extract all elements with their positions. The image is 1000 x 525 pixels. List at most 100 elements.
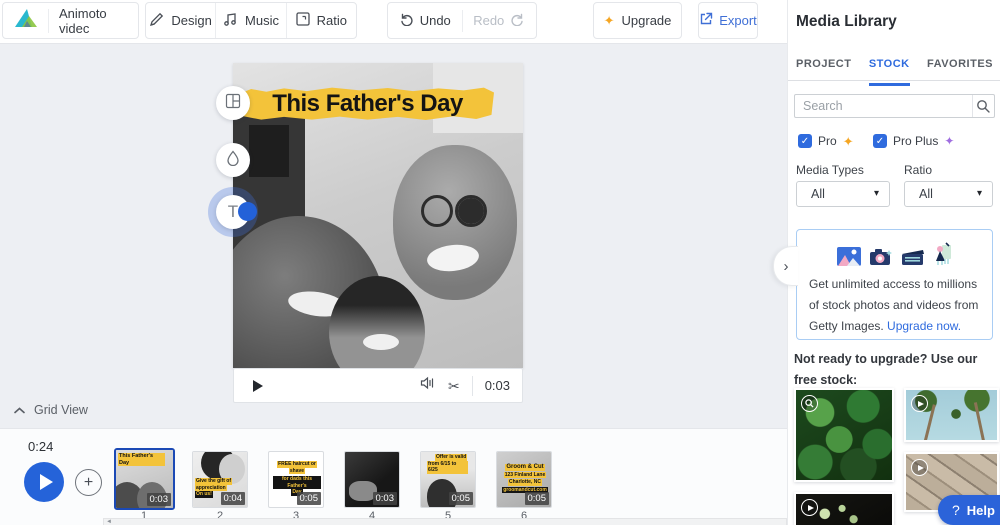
volume-icon[interactable] [420, 376, 436, 395]
scroll-left-icon[interactable]: ◄ [106, 519, 112, 525]
title-text-overlay[interactable]: This Father's Day [241, 87, 494, 121]
photo-glasses [455, 195, 487, 227]
photo-glasses [421, 195, 453, 227]
clip-duration: 0:03 [147, 493, 172, 506]
collapse-panel-handle[interactable]: › [773, 246, 798, 286]
timeline-clip-6[interactable]: Groom & Cut 123 Finland Lane Charlotte, … [496, 451, 552, 508]
top-toolbar: Animoto videc Design Music Ratio [0, 0, 787, 44]
total-duration: 0:24 [28, 439, 53, 454]
media-library-panel: Media Library PROJECT STOCK FAVORITES ✓ … [787, 0, 1000, 525]
timeline-clip-5[interactable]: Offer is valid from 6/15 to 6/25 0:05 [420, 451, 476, 508]
caret-down-icon: ▾ [977, 189, 992, 199]
sparkle-icon: ✦ [604, 14, 615, 27]
play-icon [40, 474, 53, 490]
upsell-text: Get unlimited access to millions of stoc… [809, 274, 981, 337]
ratio-frame-icon [296, 12, 310, 29]
pro-sparkle-icon: ✦ [843, 135, 854, 148]
ratio-button[interactable]: Ratio [286, 3, 356, 38]
grid-view-toggle[interactable]: Grid View [14, 403, 88, 417]
zoom-photo-icon [801, 395, 818, 412]
onboarding-dot[interactable] [238, 202, 257, 221]
illustration-person-icon [933, 242, 953, 271]
clip-text: Groom & Cut 123 Finland Lane Charlotte, … [501, 464, 549, 493]
divider [48, 9, 49, 33]
timeline-clip-3[interactable]: FREE haircut or shave for dads this Fath… [268, 451, 324, 508]
edit-tools-group: Design Music Ratio [145, 2, 357, 39]
music-label: Music [245, 13, 279, 28]
project-title: Animoto videc [59, 6, 138, 36]
help-button[interactable]: ? Help [938, 495, 1000, 525]
chevron-right-icon: › [784, 259, 789, 274]
export-label: Export [719, 13, 757, 28]
text-icon: T [228, 202, 238, 222]
media-types-select[interactable]: All ▾ [796, 181, 890, 207]
clip-duration: 0:05 [449, 492, 474, 505]
photo-person [393, 145, 517, 300]
upgrade-label: Upgrade [622, 13, 672, 28]
player-bar: ✂ 0:03 [233, 368, 523, 403]
animoto-logo-icon [14, 8, 38, 33]
pro-plus-label: Pro Plus [893, 134, 938, 148]
design-label: Design [171, 13, 211, 28]
redo-button[interactable]: Redo [463, 3, 537, 38]
play-video-icon [911, 395, 928, 412]
stock-item-basil-photo[interactable] [794, 388, 894, 482]
media-types-label: Media Types [796, 163, 864, 177]
export-button[interactable]: Export [698, 2, 758, 39]
design-button[interactable]: Design [146, 3, 215, 38]
film-clip-icon [901, 249, 925, 271]
search-input[interactable] [795, 99, 972, 113]
clip-duration: 0:05 [297, 492, 322, 505]
clip-text: Offer is valid from 6/15 to 6/25 [427, 454, 468, 474]
photo-background-shape [249, 125, 289, 177]
pro-plus-checkbox[interactable]: ✓ [873, 134, 887, 148]
pencil-icon [149, 12, 164, 30]
ratio-label: Ratio [317, 13, 347, 28]
timeline-scrollbar[interactable]: ◄ [103, 518, 787, 525]
tab-stock[interactable]: STOCK [869, 58, 910, 86]
ratio-value: All [905, 187, 933, 201]
tab-project[interactable]: PROJECT [796, 58, 851, 86]
undo-button[interactable]: Undo [388, 3, 462, 38]
pro-label: Pro [818, 134, 837, 148]
search-icon[interactable] [973, 99, 994, 113]
music-button[interactable]: Music [215, 3, 285, 38]
pro-filter[interactable]: ✓ Pro ✦ [798, 134, 854, 148]
timeline-clip-4[interactable]: 0:03 [344, 451, 400, 508]
tab-favorites[interactable]: FAVORITES [927, 58, 993, 86]
upgrade-now-link[interactable]: Upgrade now. [887, 319, 961, 333]
redo-label: Redo [473, 13, 504, 28]
clip-text: This Father's Day [118, 453, 166, 466]
chevron-up-icon [14, 403, 25, 417]
history-group: Undo Redo [387, 2, 537, 39]
stock-item-palm-video[interactable] [904, 388, 999, 442]
layout-button[interactable] [216, 86, 250, 120]
color-style-button[interactable] [216, 143, 250, 177]
project-title-button[interactable]: Animoto videc [2, 2, 139, 39]
add-clip-button[interactable]: + [75, 469, 102, 496]
play-icon[interactable] [253, 380, 263, 392]
timeline-clip-2[interactable]: Give the gift of appreciation On us! 0:0… [192, 451, 248, 508]
plus-icon: + [84, 475, 93, 491]
timeline-panel: 0:24 + This Father's Day 0:03 1 Give the… [0, 428, 787, 525]
question-icon: ? [952, 503, 960, 517]
clip-duration: 0:05 [525, 492, 550, 505]
media-library-tabs: PROJECT STOCK FAVORITES [796, 58, 993, 86]
timeline-clip-1[interactable]: This Father's Day 0:03 [114, 448, 175, 510]
undo-icon [399, 12, 414, 29]
clip-duration: 0:04 [221, 492, 246, 505]
stock-item-plant-video[interactable] [794, 492, 894, 525]
preview-play-button[interactable] [24, 462, 64, 502]
pro-checkbox[interactable]: ✓ [798, 134, 812, 148]
pro-plus-sparkle-icon: ✦ [944, 135, 954, 147]
trim-scissors-icon[interactable]: ✂ [448, 379, 460, 393]
undo-label: Undo [420, 13, 451, 28]
caret-down-icon: ▾ [874, 189, 889, 199]
video-preview[interactable]: This Father's Day [233, 63, 523, 368]
pro-plus-filter[interactable]: ✓ Pro Plus ✦ [873, 134, 954, 148]
music-note-icon [223, 12, 238, 30]
upgrade-button[interactable]: ✦ Upgrade [593, 2, 682, 39]
photo-icon [837, 247, 861, 271]
ratio-select[interactable]: All ▾ [904, 181, 993, 207]
divider [788, 80, 1000, 81]
